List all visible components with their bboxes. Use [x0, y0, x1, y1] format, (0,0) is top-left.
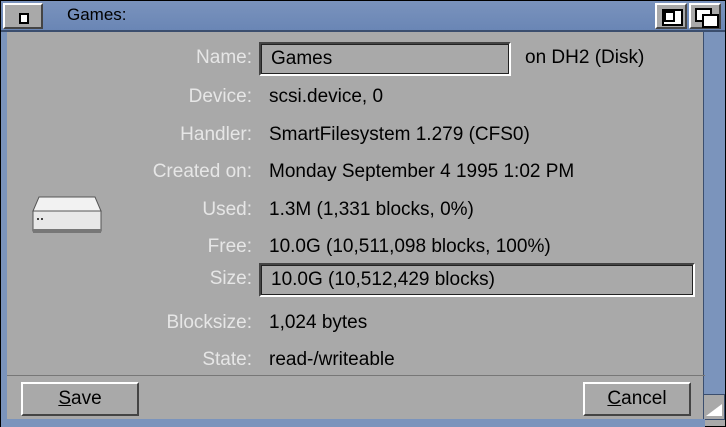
- resize-gadget-icon[interactable]: [703, 394, 725, 420]
- handler-value: SmartFilesystem 1.279 (CFS0): [269, 124, 530, 145]
- save-button-label: ave: [71, 388, 102, 409]
- state-value: read-/writeable: [269, 349, 395, 370]
- device-label: Device:: [188, 86, 252, 107]
- name-row: Name: Games on DH2 (Disk): [1, 42, 701, 78]
- size-field: 10.0G (10,512,429 blocks): [259, 263, 695, 297]
- used-value: 1.3M (1,331 blocks, 0%): [269, 199, 474, 220]
- size-field-value: 10.0G (10,512,429 blocks): [271, 269, 495, 290]
- free-row: Free: 10.0G (10,511,098 blocks, 100%): [1, 231, 701, 267]
- cancel-button-label: ancel: [621, 388, 667, 409]
- volume-location: on DH2 (Disk): [525, 47, 645, 68]
- free-label: Free:: [207, 236, 252, 257]
- title-bar[interactable]: Games:: [1, 1, 725, 32]
- size-label: Size:: [209, 268, 252, 289]
- device-value: scsi.device, 0: [269, 86, 384, 107]
- free-value: 10.0G (10,511,098 blocks, 100%): [269, 236, 551, 257]
- disk-info-window: Games: Name: Games on DH2 (Disk) Device:…: [0, 0, 726, 427]
- window-right-border: [703, 32, 725, 420]
- name-field[interactable]: Games: [259, 42, 511, 76]
- handler-label: Handler:: [180, 124, 252, 145]
- window-bottom-border: [1, 419, 705, 427]
- save-button-hotkey: S: [58, 388, 72, 409]
- cancel-button-hotkey: C: [607, 388, 622, 409]
- blocksize-row: Blocksize: 1,024 bytes: [1, 307, 701, 343]
- handler-row: Handler: SmartFilesystem 1.279 (CFS0): [1, 119, 701, 155]
- depth-gadget-icon[interactable]: [689, 3, 721, 29]
- name-field-value: Games: [271, 48, 333, 69]
- created-row: Created on: Monday September 4 1995 1:02…: [1, 156, 701, 192]
- size-row: Size: 10.0G (10,512,429 blocks): [1, 263, 701, 299]
- blocksize-label: Blocksize:: [166, 312, 252, 333]
- created-label: Created on:: [152, 161, 252, 182]
- button-separator: [7, 375, 705, 376]
- name-label: Name:: [196, 47, 252, 68]
- device-row: Device: scsi.device, 0: [1, 81, 701, 117]
- state-label: State:: [202, 349, 252, 370]
- cancel-button[interactable]: Cancel: [583, 382, 691, 416]
- close-gadget-icon[interactable]: [3, 3, 43, 29]
- used-row: Used: 1.3M (1,331 blocks, 0%): [1, 194, 701, 230]
- created-value: Monday September 4 1995 1:02 PM: [269, 161, 575, 182]
- used-label: Used:: [202, 199, 252, 220]
- save-button[interactable]: Save: [21, 382, 139, 416]
- zoom-gadget-icon[interactable]: [655, 3, 687, 29]
- window-title: Games:: [67, 5, 127, 24]
- blocksize-value: 1,024 bytes: [269, 312, 368, 333]
